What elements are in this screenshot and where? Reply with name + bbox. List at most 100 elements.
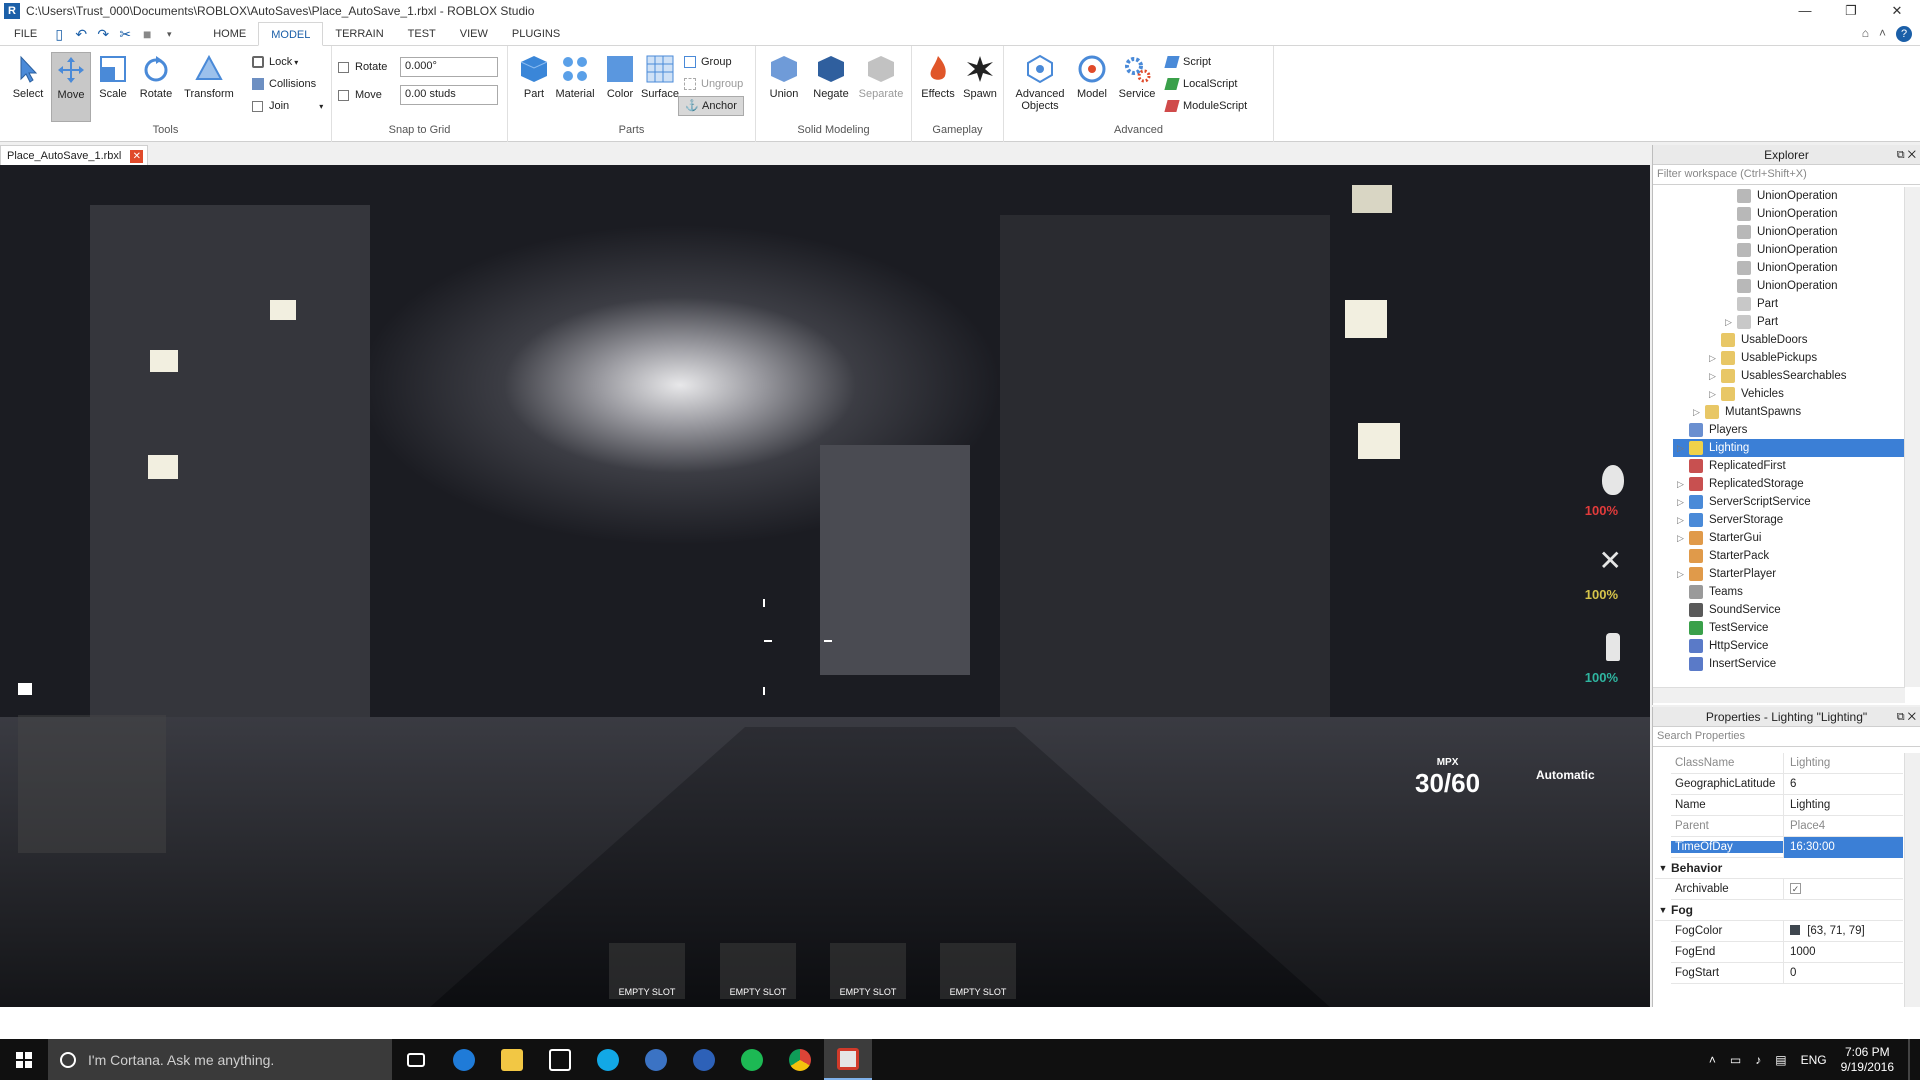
explorer-vertical-scrollbar[interactable] — [1904, 187, 1920, 687]
explorer-item-vehicles[interactable]: ▷ Vehicles — [1709, 385, 1784, 403]
notification-icon[interactable]: ▤ — [1775, 1053, 1786, 1067]
property-row-fogcolor[interactable]: FogColor [63, 71, 79] — [1671, 920, 1903, 942]
inventory-slot-2[interactable]: EMPTY SLOT — [720, 943, 796, 999]
select-button[interactable]: Select — [8, 52, 48, 122]
cortana-search-box[interactable]: I'm Cortana. Ask me anything. — [48, 1039, 392, 1080]
join-toggle[interactable]: Join ▾ — [252, 96, 323, 116]
explorer-item-mutantspawns[interactable]: ▷ MutantSpawns — [1693, 403, 1801, 421]
tab-model[interactable]: MODEL — [258, 21, 324, 46]
explorer-item-testservice[interactable]: TestService — [1677, 619, 1768, 637]
collapse-arrow-icon[interactable]: ▼ — [1655, 863, 1671, 873]
property-row-timeofday[interactable]: TimeOfDay 16:30:00 — [1671, 836, 1903, 858]
tab-plugins[interactable]: PLUGINS — [500, 22, 572, 46]
model-button[interactable]: Model — [1072, 52, 1112, 122]
archivable-checkbox[interactable]: ✓ — [1790, 882, 1801, 894]
move-increment-input[interactable]: 0.00 studs — [400, 85, 498, 105]
explorer-item-unionoperation[interactable]: UnionOperation — [1725, 241, 1838, 259]
tab-home[interactable]: HOME — [201, 22, 258, 46]
property-category-fog[interactable]: ▼ Fog — [1655, 900, 1903, 921]
explorer-item-usabledoors[interactable]: UsableDoors — [1709, 331, 1807, 349]
close-panel-icon[interactable]: ✕ — [1908, 711, 1916, 723]
rotate-increment-input[interactable]: 0.000° — [400, 57, 498, 77]
spotify-button[interactable] — [728, 1039, 776, 1080]
app-button[interactable] — [680, 1039, 728, 1080]
explorer-item-part[interactable]: ▷ Part — [1725, 313, 1778, 331]
modulescript-button[interactable]: ModuleScript — [1164, 96, 1247, 116]
explorer-item-startergui[interactable]: ▷ StarterGui — [1677, 529, 1761, 547]
property-value[interactable]: 0 — [1783, 962, 1903, 984]
tab-test[interactable]: TEST — [396, 22, 448, 46]
start-button[interactable] — [0, 1039, 48, 1080]
join-checkbox[interactable] — [252, 100, 263, 112]
file-menu[interactable]: FILE — [0, 28, 51, 40]
explorer-item-unionoperation[interactable]: UnionOperation — [1725, 223, 1838, 241]
property-value[interactable]: 6 — [1783, 773, 1903, 795]
chrome-button[interactable] — [776, 1039, 824, 1080]
property-row-parent[interactable]: Parent Place4 — [1671, 815, 1903, 837]
minimize-button[interactable]: — — [1782, 0, 1828, 22]
explorer-item-serverscriptservice[interactable]: ▷ ServerScriptService — [1677, 493, 1811, 511]
expand-arrow-icon[interactable]: ▷ — [1677, 493, 1689, 511]
tray-chevron-icon[interactable]: ˄ — [1709, 1053, 1716, 1067]
task-view-button[interactable] — [392, 1039, 440, 1080]
tab-place-autosave[interactable]: Place_AutoSave_1.rbxl ✕ — [0, 145, 149, 165]
explorer-item-lighting[interactable]: ▷ Lighting — [1673, 439, 1905, 457]
separate-button[interactable]: Separate — [856, 52, 906, 122]
search-properties-input[interactable]: Search Properties — [1653, 727, 1920, 747]
explorer-item-starterpack[interactable]: StarterPack — [1677, 547, 1769, 565]
rotate-button[interactable]: Rotate — [136, 52, 176, 122]
expand-arrow-icon[interactable]: ▷ — [1709, 385, 1721, 403]
fog-color-swatch[interactable] — [1790, 925, 1800, 936]
move-snap-checkbox[interactable] — [338, 89, 349, 101]
rotate-snap-checkbox[interactable] — [338, 61, 349, 73]
help-icon[interactable]: ? — [1896, 26, 1912, 42]
3d-viewport[interactable]: 100% ✕ 100% 100% EMPTY SLOT EMPTY SLOT E… — [0, 165, 1650, 1007]
transform-button[interactable]: Transform — [183, 52, 235, 122]
collapse-arrow-icon[interactable]: ▼ — [1655, 905, 1671, 915]
ribbon-up-icon[interactable]: ˄ — [1879, 26, 1886, 42]
spawn-button[interactable]: Spawn — [960, 52, 1000, 122]
explorer-item-unionoperation[interactable]: UnionOperation — [1725, 205, 1838, 223]
material-button[interactable]: Material — [551, 52, 599, 122]
property-row-geographiclatitude[interactable]: GeographicLatitude 6 — [1671, 773, 1903, 795]
union-button[interactable]: Union — [764, 52, 804, 122]
edge-button[interactable] — [440, 1039, 488, 1080]
surface-button[interactable]: Surface — [638, 52, 682, 122]
explorer-item-unionoperation[interactable]: UnionOperation — [1725, 277, 1838, 295]
action-center-icon[interactable] — [1908, 1039, 1910, 1080]
property-row-name[interactable]: Name Lighting — [1671, 794, 1903, 816]
file-explorer-button[interactable] — [488, 1039, 536, 1080]
property-category-behavior[interactable]: ▼ Behavior — [1655, 858, 1903, 879]
store-button[interactable] — [536, 1039, 584, 1080]
explorer-item-soundservice[interactable]: SoundService — [1677, 601, 1781, 619]
expand-arrow-icon[interactable]: ▷ — [1709, 349, 1721, 367]
negate-button[interactable]: Negate — [808, 52, 854, 122]
explorer-item-insertservice[interactable]: InsertService — [1677, 655, 1776, 673]
network-icon[interactable]: ▭ — [1730, 1053, 1741, 1067]
close-tab-icon[interactable]: ✕ — [130, 150, 144, 163]
expand-arrow-icon[interactable]: ▷ — [1677, 475, 1689, 493]
cut-icon[interactable]: ✂ — [117, 26, 133, 42]
explorer-item-unionoperation[interactable]: UnionOperation — [1725, 187, 1838, 205]
localscript-button[interactable]: LocalScript — [1164, 74, 1237, 94]
expand-arrow-icon[interactable]: ▷ — [1725, 313, 1737, 331]
advanced-objects-button[interactable]: Advanced Objects — [1012, 52, 1068, 122]
redo-icon[interactable]: ↷ — [95, 26, 111, 42]
undo-icon[interactable]: ↶ — [73, 26, 89, 42]
property-row-archivable[interactable]: Archivable ✓ — [1671, 878, 1903, 900]
property-row-fogstart[interactable]: FogStart 0 — [1671, 962, 1903, 984]
part-button[interactable]: Part — [514, 52, 554, 122]
move-snap-toggle[interactable]: Move — [338, 85, 382, 105]
explorer-item-usablessearchables[interactable]: ▷ UsablesSearchables — [1709, 367, 1846, 385]
collisions-toggle[interactable]: Collisions — [252, 74, 316, 94]
explorer-item-replicatedstorage[interactable]: ▷ ReplicatedStorage — [1677, 475, 1804, 493]
undock-icon[interactable]: ⧉ — [1897, 711, 1905, 723]
lock-dropdown[interactable]: Lock ▾ — [252, 52, 298, 72]
move-button[interactable]: Move — [51, 52, 91, 122]
explorer-item-serverstorage[interactable]: ▷ ServerStorage — [1677, 511, 1783, 529]
skype-button[interactable] — [584, 1039, 632, 1080]
explorer-item-unionoperation[interactable]: UnionOperation — [1725, 259, 1838, 277]
explorer-item-replicatedfirst[interactable]: ReplicatedFirst — [1677, 457, 1786, 475]
tab-view[interactable]: VIEW — [448, 22, 500, 46]
inventory-slot-4[interactable]: EMPTY SLOT — [940, 943, 1016, 999]
